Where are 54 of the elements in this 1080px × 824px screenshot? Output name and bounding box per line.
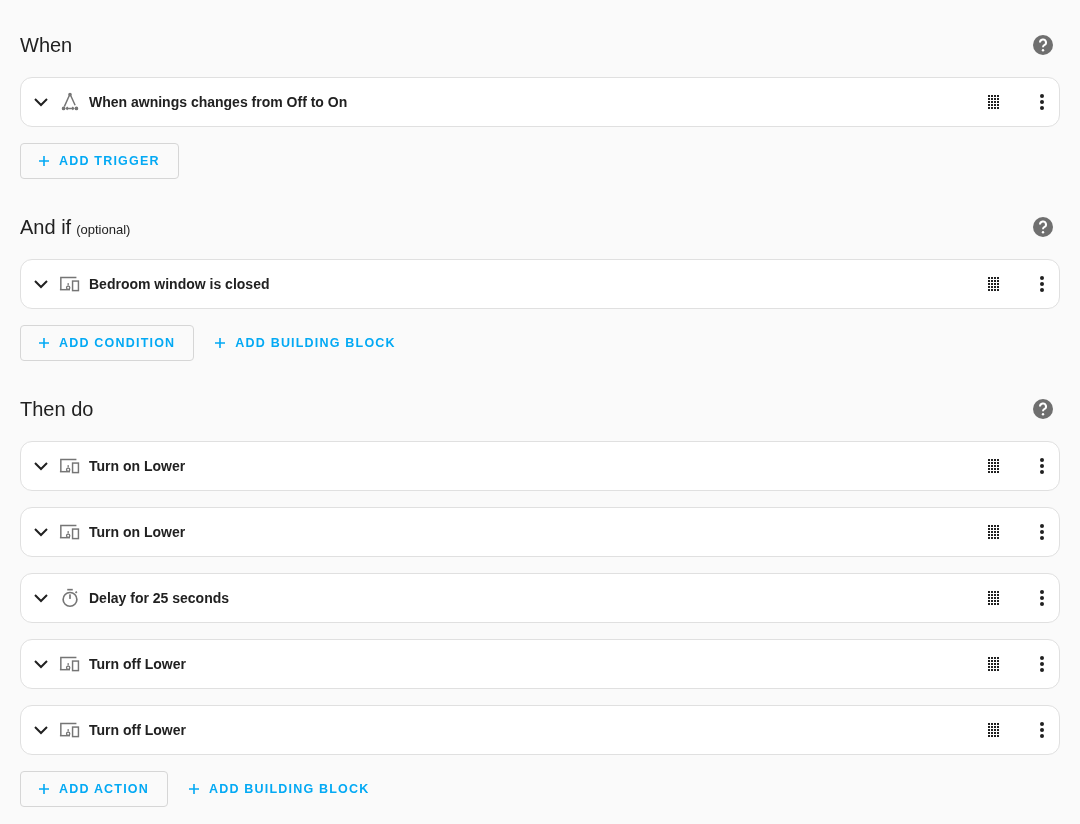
devices-icon (59, 522, 81, 542)
section-title: Then do (20, 397, 94, 421)
devices-icon (59, 456, 81, 476)
row-label: Turn off Lower (89, 656, 187, 672)
plus-icon (215, 338, 226, 348)
row-label: When awnings changes from Off to On (89, 94, 349, 110)
drag-handle-icon[interactable] (988, 723, 999, 737)
row-label: Turn on Lower (89, 524, 187, 540)
action-row[interactable]: Delay for 25 seconds (20, 573, 1060, 623)
row-label: Bedroom window is closed (89, 276, 271, 292)
drag-handle-icon[interactable] (988, 459, 999, 473)
row-label: Turn on Lower (89, 458, 187, 474)
plus-icon (39, 784, 49, 794)
section-title: When (20, 33, 73, 57)
action-row[interactable]: Turn on Lower (20, 441, 1060, 491)
drag-handle-icon[interactable] (988, 525, 999, 539)
more-menu-icon[interactable] (1039, 721, 1045, 739)
chevron-down-icon[interactable] (33, 593, 49, 603)
drag-handle-icon[interactable] (988, 657, 999, 671)
devices-icon (59, 274, 81, 294)
more-menu-icon[interactable] (1039, 589, 1045, 607)
drag-handle-icon[interactable] (988, 277, 999, 291)
plus-icon (39, 156, 49, 166)
action-row[interactable]: Turn off Lower (20, 705, 1060, 755)
devices-icon (59, 720, 81, 740)
chevron-down-icon[interactable] (33, 97, 49, 107)
chevron-down-icon[interactable] (33, 659, 49, 669)
action-row[interactable]: Bedroom window is closed (20, 259, 1060, 309)
plus-icon (189, 784, 199, 794)
more-menu-icon[interactable] (1039, 523, 1045, 541)
more-menu-icon[interactable] (1039, 93, 1045, 111)
more-menu-icon[interactable] (1039, 655, 1045, 673)
action-row[interactable]: When awnings changes from Off to On (20, 77, 1060, 127)
stopwatch-icon (59, 587, 81, 609)
more-menu-icon[interactable] (1039, 275, 1045, 293)
drag-handle-icon[interactable] (988, 591, 999, 605)
section-title: And if (20, 215, 72, 239)
action-row[interactable]: Turn on Lower (20, 507, 1060, 557)
action-row[interactable]: Turn off Lower (20, 639, 1060, 689)
row-label: Delay for 25 seconds (89, 590, 231, 606)
help-icon[interactable] (1032, 398, 1054, 420)
help-icon[interactable] (1032, 216, 1054, 238)
graph-nodes-icon (59, 91, 81, 113)
chevron-down-icon[interactable] (33, 527, 49, 537)
optional-note: (optional) (76, 221, 131, 237)
chevron-down-icon[interactable] (33, 725, 49, 735)
plus-icon (39, 338, 49, 348)
chevron-down-icon[interactable] (33, 461, 49, 471)
drag-handle-icon[interactable] (988, 95, 999, 109)
row-label: Turn off Lower (89, 722, 187, 738)
devices-icon (59, 654, 81, 674)
chevron-down-icon[interactable] (33, 279, 49, 289)
help-icon[interactable] (1032, 34, 1054, 56)
more-menu-icon[interactable] (1039, 457, 1045, 475)
